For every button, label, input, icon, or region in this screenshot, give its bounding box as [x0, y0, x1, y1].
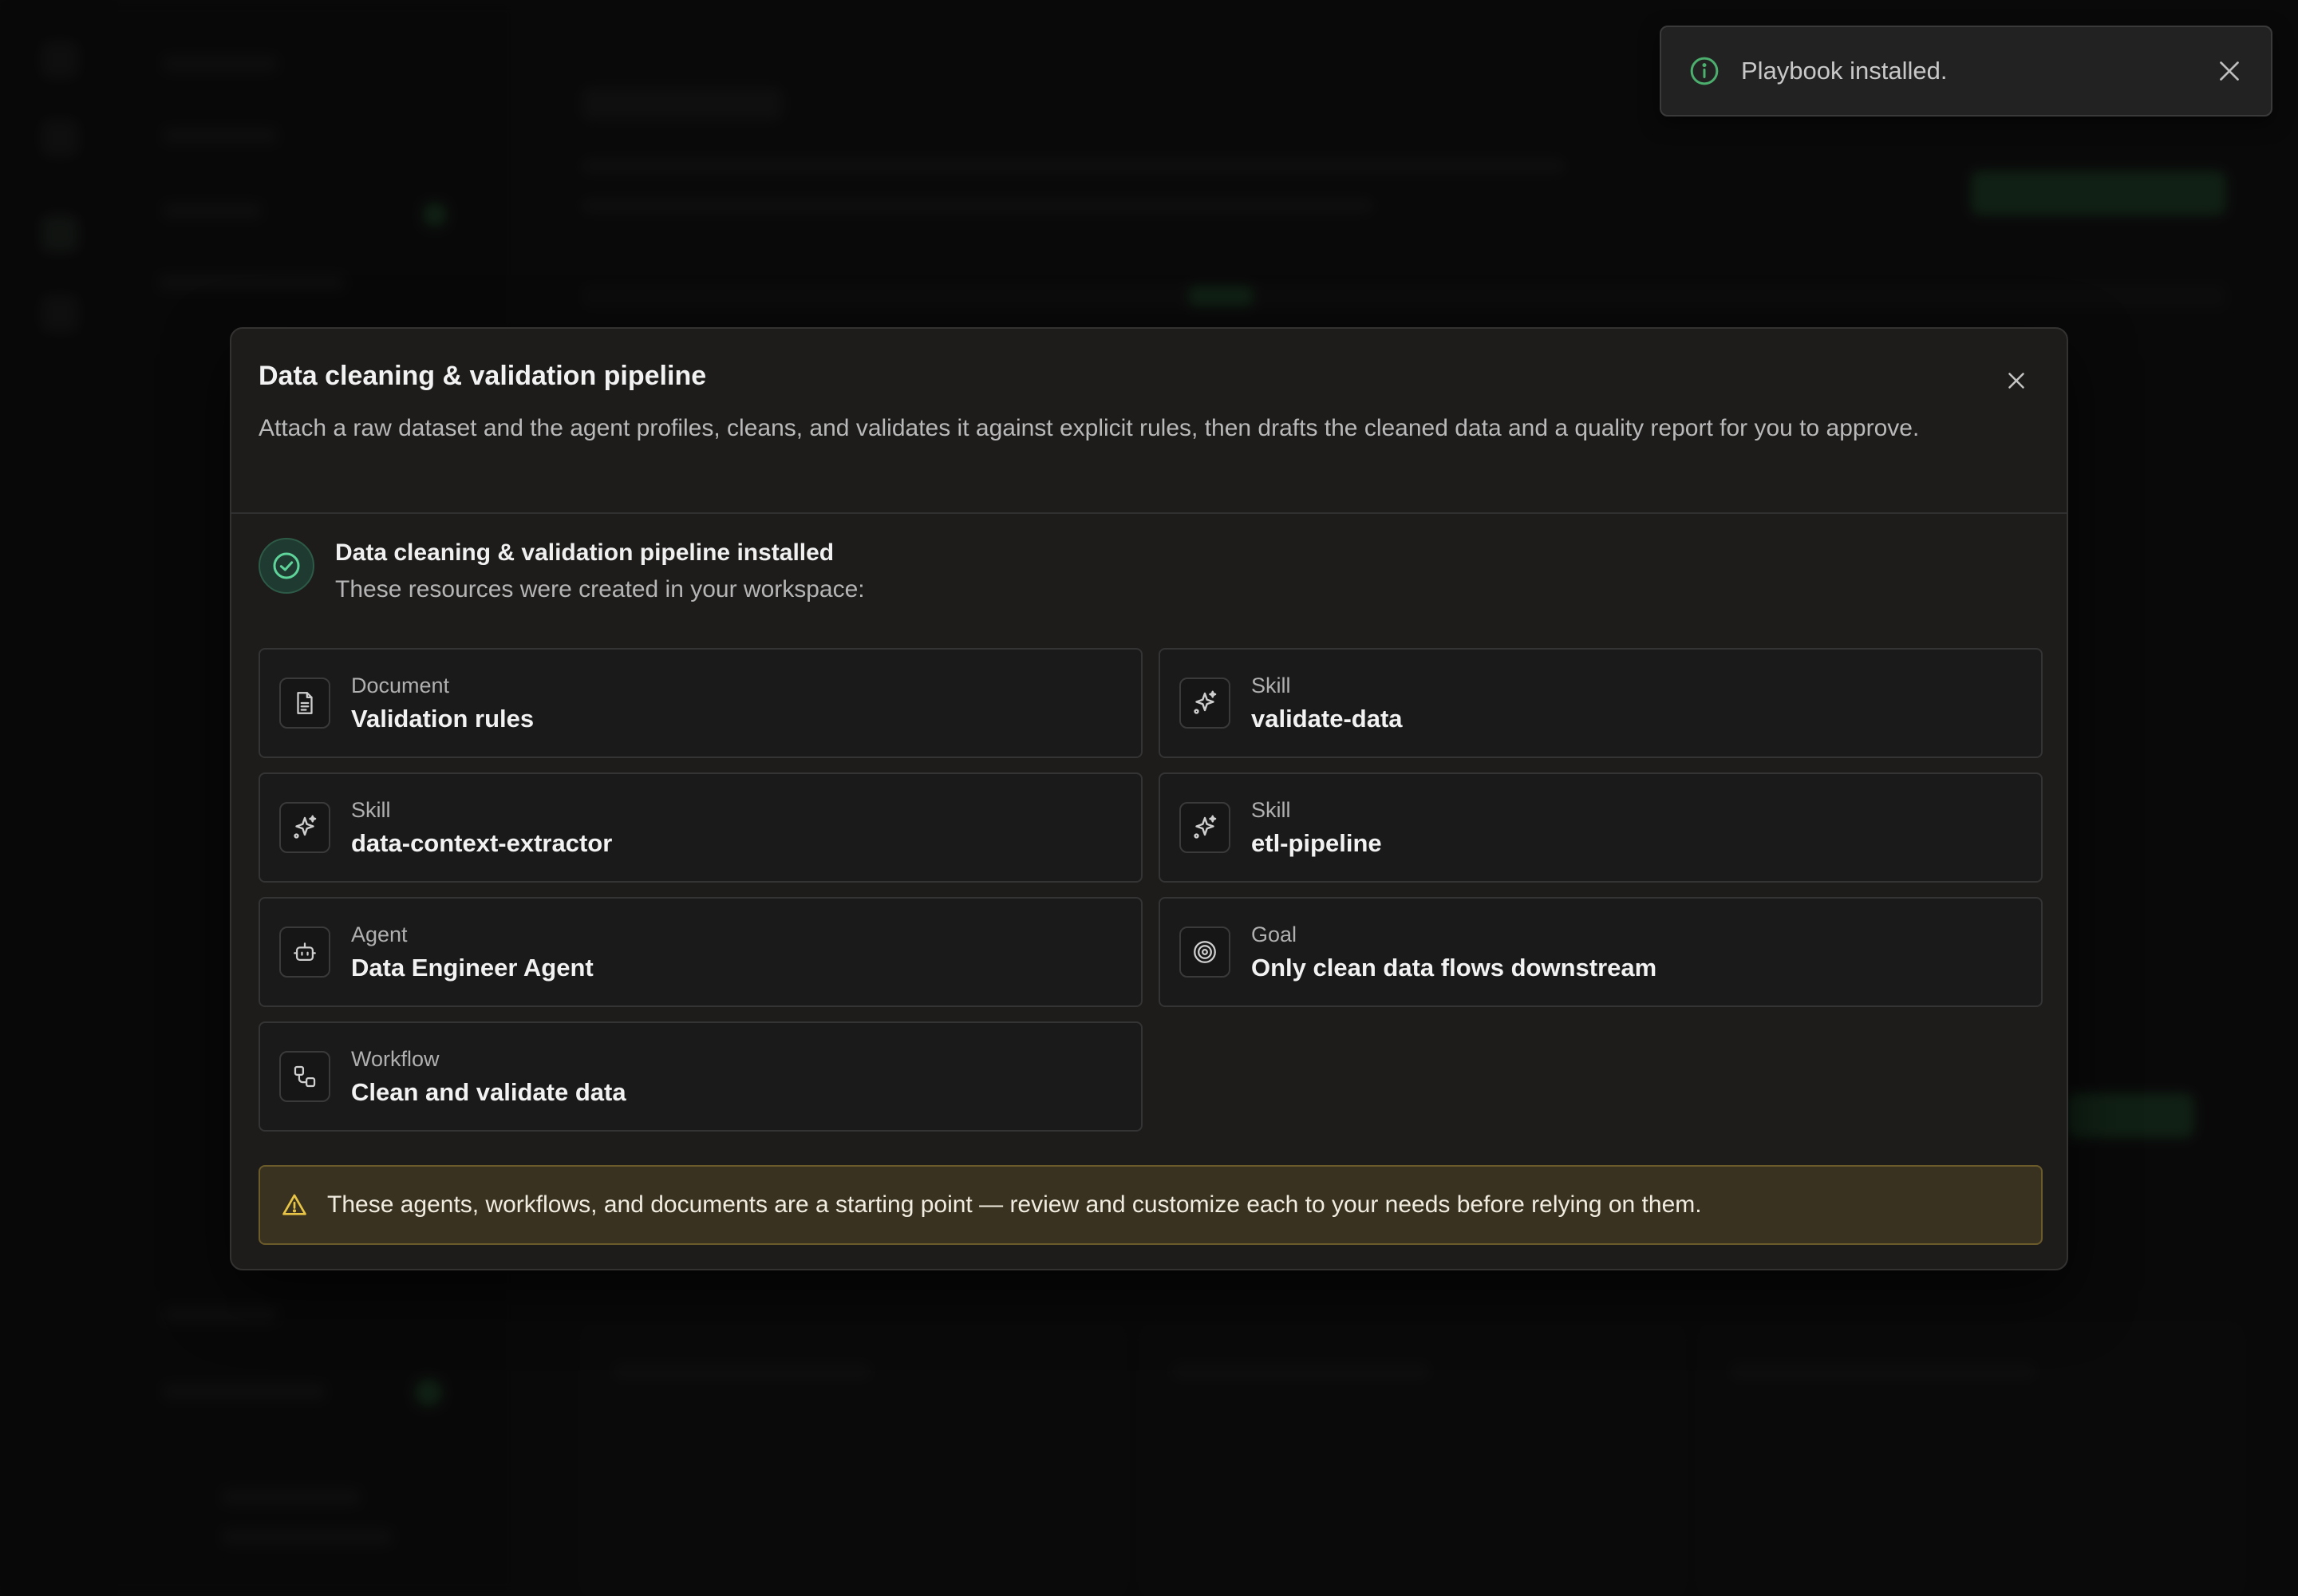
resource-type: Skill: [1251, 673, 1291, 697]
warning-message: These agents, workflows, and documents a…: [327, 1191, 1702, 1218]
warning-triangle-icon: [282, 1194, 306, 1215]
info-icon: [1690, 57, 1719, 85]
resource-name: Validation rules: [351, 704, 535, 733]
sparkles-icon: [1179, 678, 1230, 729]
resource-name: Clean and validate data: [351, 1077, 626, 1106]
resource-type: Agent: [351, 922, 408, 946]
install-success-banner: Data cleaning & validation pipeline inst…: [259, 538, 865, 603]
dialog-close-icon[interactable]: [2003, 367, 2030, 394]
dialog-title: Data cleaning & validation pipeline: [259, 361, 707, 391]
success-subtitle: These resources were created in your wor…: [335, 576, 865, 602]
resource-validate-data[interactable]: Skill validate-data: [1159, 648, 2043, 758]
workflow-icon: [279, 1051, 330, 1102]
resource-validation-rules[interactable]: Document Validation rules: [259, 648, 1143, 758]
customization-warning: These agents, workflows, and documents a…: [259, 1165, 2043, 1245]
resource-type: Skill: [1251, 797, 1291, 822]
check-circle-icon: [259, 538, 314, 594]
target-icon: [1179, 926, 1230, 978]
resource-type: Goal: [1251, 922, 1297, 946]
resource-data-context-extractor[interactable]: Skill data-context-extractor: [259, 772, 1143, 883]
sparkles-icon: [1179, 802, 1230, 853]
resource-type: Skill: [351, 797, 391, 822]
dialog-description: Attach a raw dataset and the agent profi…: [259, 415, 1920, 441]
toast-notification: Playbook installed.: [1660, 26, 2272, 117]
created-resources-list: Document Validation rules Skill validate…: [259, 648, 2043, 1132]
success-title: Data cleaning & validation pipeline inst…: [335, 539, 835, 566]
resource-name: etl-pipeline: [1251, 828, 1382, 857]
resource-type: Workflow: [351, 1046, 440, 1071]
resource-data-engineer-agent[interactable]: Agent Data Engineer Agent: [259, 897, 1143, 1007]
dialog-header: Data cleaning & validation pipeline Atta…: [231, 329, 2067, 514]
resource-name: Only clean data flows downstream: [1251, 953, 1657, 982]
sparkles-icon: [279, 802, 330, 853]
resource-etl-pipeline[interactable]: Skill etl-pipeline: [1159, 772, 2043, 883]
toast-close-icon[interactable]: [2215, 57, 2244, 85]
resource-name: validate-data: [1251, 704, 1403, 733]
document-icon: [279, 678, 330, 729]
resource-clean-and-validate-workflow[interactable]: Workflow Clean and validate data: [259, 1021, 1143, 1132]
resource-name: Data Engineer Agent: [351, 953, 594, 982]
resource-name: data-context-extractor: [351, 828, 613, 857]
resource-only-clean-data-goal[interactable]: Goal Only clean data flows downstream: [1159, 897, 2043, 1007]
resource-type: Document: [351, 673, 450, 697]
bot-icon: [279, 926, 330, 978]
playbook-install-dialog: Data cleaning & validation pipeline Atta…: [230, 327, 2068, 1270]
toast-message: Playbook installed.: [1741, 57, 1948, 85]
